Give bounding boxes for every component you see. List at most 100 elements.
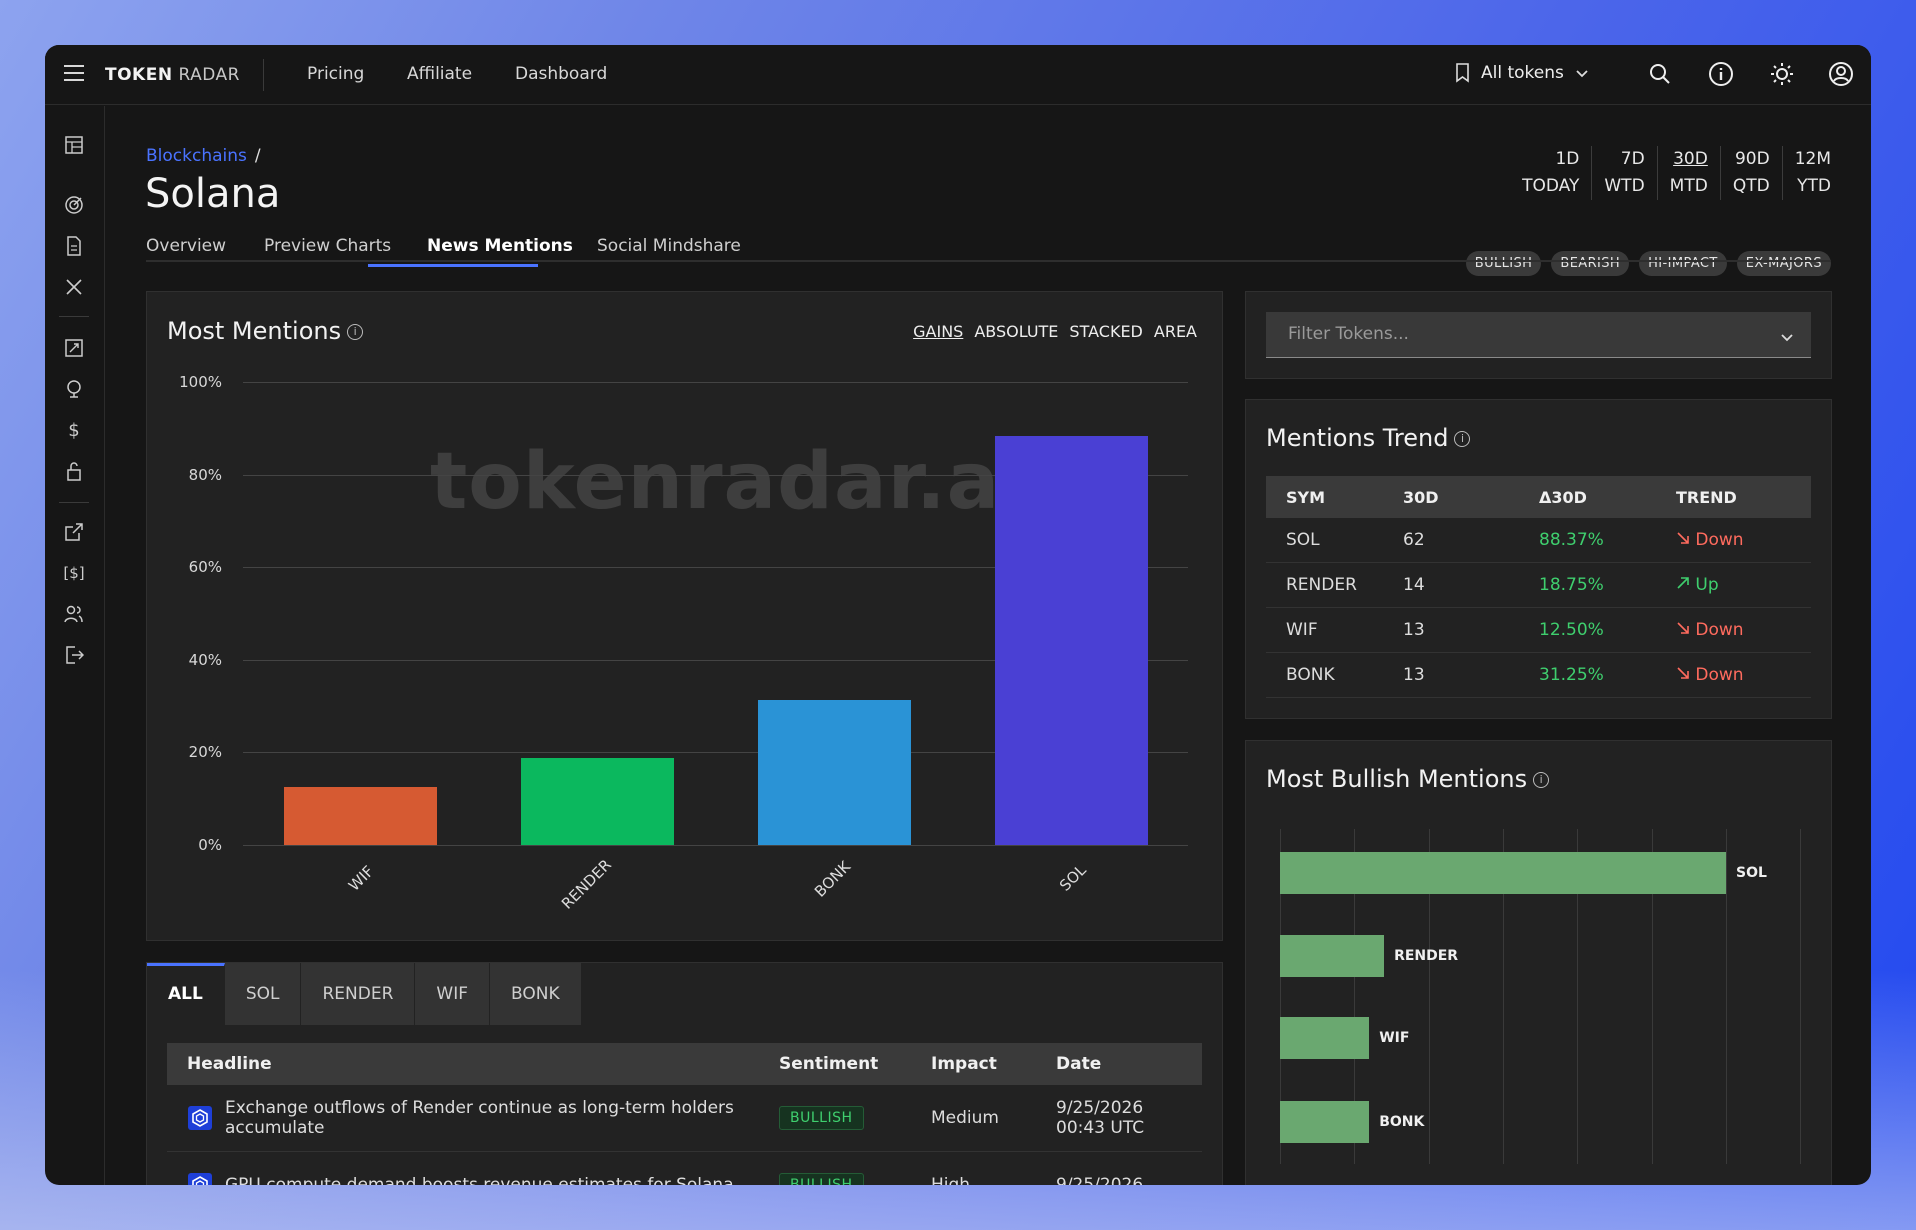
mode-gains[interactable]: GAINS bbox=[913, 322, 963, 341]
tab-news-mentions[interactable]: News Mentions bbox=[427, 236, 573, 256]
user-circle-icon[interactable] bbox=[1826, 59, 1856, 89]
arrow-down-right-icon bbox=[1677, 667, 1689, 679]
bar-sol[interactable] bbox=[995, 435, 1148, 845]
unlock-icon[interactable] bbox=[63, 460, 85, 482]
nav-affiliate[interactable]: Affiliate bbox=[407, 64, 472, 84]
news-tab-render[interactable]: RENDER bbox=[301, 963, 416, 1025]
tab-social-mindshare[interactable]: Social Mindshare bbox=[597, 236, 741, 256]
period-1d[interactable]: 1D TODAY bbox=[1510, 146, 1593, 200]
trend-label: Down bbox=[1695, 665, 1744, 685]
dollar-box-icon[interactable]: [$] bbox=[63, 562, 85, 584]
sym-cell: SOL bbox=[1286, 530, 1320, 550]
mode-area[interactable]: AREA bbox=[1154, 322, 1197, 341]
nav-dashboard[interactable]: Dashboard bbox=[515, 64, 607, 84]
period-90d[interactable]: 90D QTD bbox=[1721, 146, 1783, 200]
headline-text[interactable]: Exchange outflows of Render continue as … bbox=[225, 1098, 779, 1138]
x-tick-label: RENDER bbox=[557, 855, 615, 913]
most-mentions-panel: Most Mentions i GAINS ABSOLUTE STACKED AR… bbox=[146, 291, 1223, 941]
bar-wif[interactable] bbox=[284, 787, 437, 845]
mode-absolute[interactable]: ABSOLUTE bbox=[974, 322, 1058, 341]
period-top: 12M bbox=[1794, 149, 1831, 169]
logout-icon[interactable] bbox=[63, 644, 85, 666]
delta-cell: 12.50% bbox=[1539, 620, 1604, 640]
info-icon[interactable]: i bbox=[1454, 431, 1471, 447]
bar-label: SOL bbox=[1736, 865, 1767, 881]
filter-tokens-placeholder: Filter Tokens... bbox=[1288, 324, 1409, 344]
table-row[interactable]: RENDER 14 18.75% Up bbox=[1266, 563, 1811, 608]
date-cell: 9/25/2026 00:43 UTC bbox=[1056, 1098, 1202, 1138]
col-trend[interactable]: TREND bbox=[1676, 488, 1811, 507]
token-select[interactable]: All tokens bbox=[1455, 63, 1590, 83]
gridline bbox=[1726, 829, 1727, 1164]
news-tab-sol[interactable]: SOL bbox=[224, 963, 302, 1025]
col-date[interactable]: Date bbox=[1056, 1054, 1202, 1074]
divider bbox=[59, 502, 89, 503]
col-30d[interactable]: 30D bbox=[1403, 488, 1539, 507]
col-impact[interactable]: Impact bbox=[931, 1054, 1056, 1074]
period-top: 7D bbox=[1620, 149, 1645, 169]
mode-stacked[interactable]: STACKED bbox=[1069, 322, 1142, 341]
bar-bonk[interactable] bbox=[758, 700, 911, 845]
tab-overview[interactable]: Overview bbox=[146, 236, 226, 256]
bar-label: RENDER bbox=[1394, 948, 1459, 964]
info-icon[interactable]: i bbox=[1533, 772, 1550, 788]
col-delta[interactable]: Δ30D bbox=[1539, 488, 1676, 507]
col-sym[interactable]: SYM bbox=[1266, 488, 1403, 507]
trend-label: Down bbox=[1695, 620, 1744, 640]
filter-tokens-select[interactable]: Filter Tokens... bbox=[1266, 312, 1811, 358]
period-30d[interactable]: 30D MTD bbox=[1658, 146, 1721, 200]
menu-icon[interactable] bbox=[64, 65, 84, 81]
brand-light: RADAR bbox=[178, 65, 240, 85]
x-logo-icon[interactable] bbox=[63, 276, 85, 298]
globe-icon[interactable] bbox=[63, 378, 85, 400]
bar-render[interactable] bbox=[521, 758, 674, 845]
tab-preview-charts[interactable]: Preview Charts bbox=[264, 236, 391, 256]
info-icon[interactable] bbox=[1706, 59, 1736, 89]
active-tab-indicator bbox=[368, 264, 538, 267]
resize-icon[interactable] bbox=[63, 337, 85, 359]
bullish-bar-sol[interactable] bbox=[1280, 852, 1726, 894]
users-icon[interactable] bbox=[63, 603, 85, 625]
y-tick-label: 0% bbox=[198, 836, 222, 854]
chevron-down-icon bbox=[1781, 334, 1793, 342]
table-row[interactable]: WIF 13 12.50% Down bbox=[1266, 608, 1811, 653]
dashboard-icon[interactable] bbox=[63, 134, 85, 156]
date-value: 9/25/2026 bbox=[1056, 1098, 1144, 1118]
news-tab-wif[interactable]: WIF bbox=[415, 963, 491, 1025]
mentions-trend-title: Mentions Trend i bbox=[1266, 424, 1471, 452]
table-row[interactable]: SOL 62 88.37% Down bbox=[1266, 518, 1811, 563]
info-icon[interactable]: i bbox=[347, 324, 364, 340]
y-tick-label: 80% bbox=[188, 465, 222, 484]
table-row[interactable]: Exchange outflows of Render continue as … bbox=[167, 1085, 1202, 1152]
target-icon[interactable] bbox=[63, 194, 85, 216]
sun-icon[interactable] bbox=[1767, 59, 1797, 89]
trend-cell: Up bbox=[1676, 575, 1811, 595]
headline-text[interactable]: GPU compute demand boosts revenue estima… bbox=[225, 1175, 734, 1185]
sym-cell: WIF bbox=[1286, 620, 1318, 640]
table-row[interactable]: BONK 13 31.25% Down bbox=[1266, 653, 1811, 698]
impact-value: Medium bbox=[931, 1108, 999, 1128]
app-window: TOKEN RADAR Pricing Affiliate Dashboard … bbox=[45, 45, 1871, 1185]
bullish-bar-render[interactable] bbox=[1280, 935, 1385, 977]
search-icon[interactable] bbox=[1645, 59, 1675, 89]
date-cell: 9/25/2026 bbox=[1056, 1175, 1202, 1185]
nav-pricing[interactable]: Pricing bbox=[307, 64, 364, 84]
count-cell: 13 bbox=[1403, 620, 1425, 640]
bullish-bar-bonk[interactable] bbox=[1280, 1101, 1370, 1143]
external-link-icon[interactable] bbox=[63, 521, 85, 543]
period-bottom: QTD bbox=[1732, 176, 1770, 196]
news-tab-all[interactable]: ALL bbox=[147, 963, 225, 1025]
dollar-icon[interactable]: $ bbox=[63, 419, 85, 441]
bullish-bar-wif[interactable] bbox=[1280, 1017, 1370, 1059]
document-icon[interactable] bbox=[63, 235, 85, 257]
table-row[interactable]: GPU compute demand boosts revenue estima… bbox=[167, 1152, 1202, 1185]
col-headline[interactable]: Headline bbox=[167, 1054, 779, 1074]
breadcrumb: Blockchains / bbox=[146, 146, 261, 166]
news-tab-bonk[interactable]: BONK bbox=[490, 963, 582, 1025]
brand-logo[interactable]: TOKEN RADAR bbox=[105, 65, 240, 85]
period-12m[interactable]: 12M YTD bbox=[1783, 146, 1831, 200]
delta-cell: 88.37% bbox=[1539, 530, 1604, 550]
period-7d[interactable]: 7D WTD bbox=[1592, 146, 1658, 200]
col-sentiment[interactable]: Sentiment bbox=[779, 1054, 931, 1074]
breadcrumb-blockchains[interactable]: Blockchains bbox=[146, 146, 247, 166]
